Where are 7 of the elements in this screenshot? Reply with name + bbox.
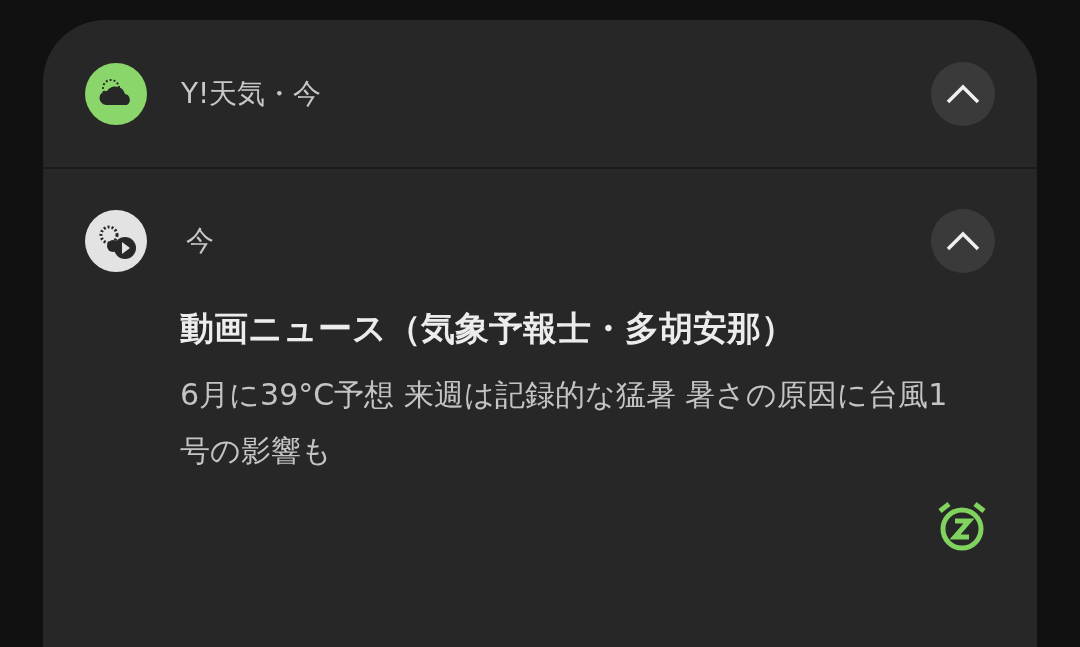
notification-body: 6月に39°C予想 来週は記録的な猛暑 暑さの原因に台風1号の影響も xyxy=(180,376,949,470)
notification-title: 動画ニュース（気象予報士・多胡安那） xyxy=(180,307,796,350)
app-name: Y!天気・今 xyxy=(181,75,323,112)
chevron-up-icon xyxy=(945,229,981,253)
weather-video-icon xyxy=(84,209,148,273)
timestamp: 今 xyxy=(186,223,215,259)
weather-app-icon xyxy=(84,61,148,126)
